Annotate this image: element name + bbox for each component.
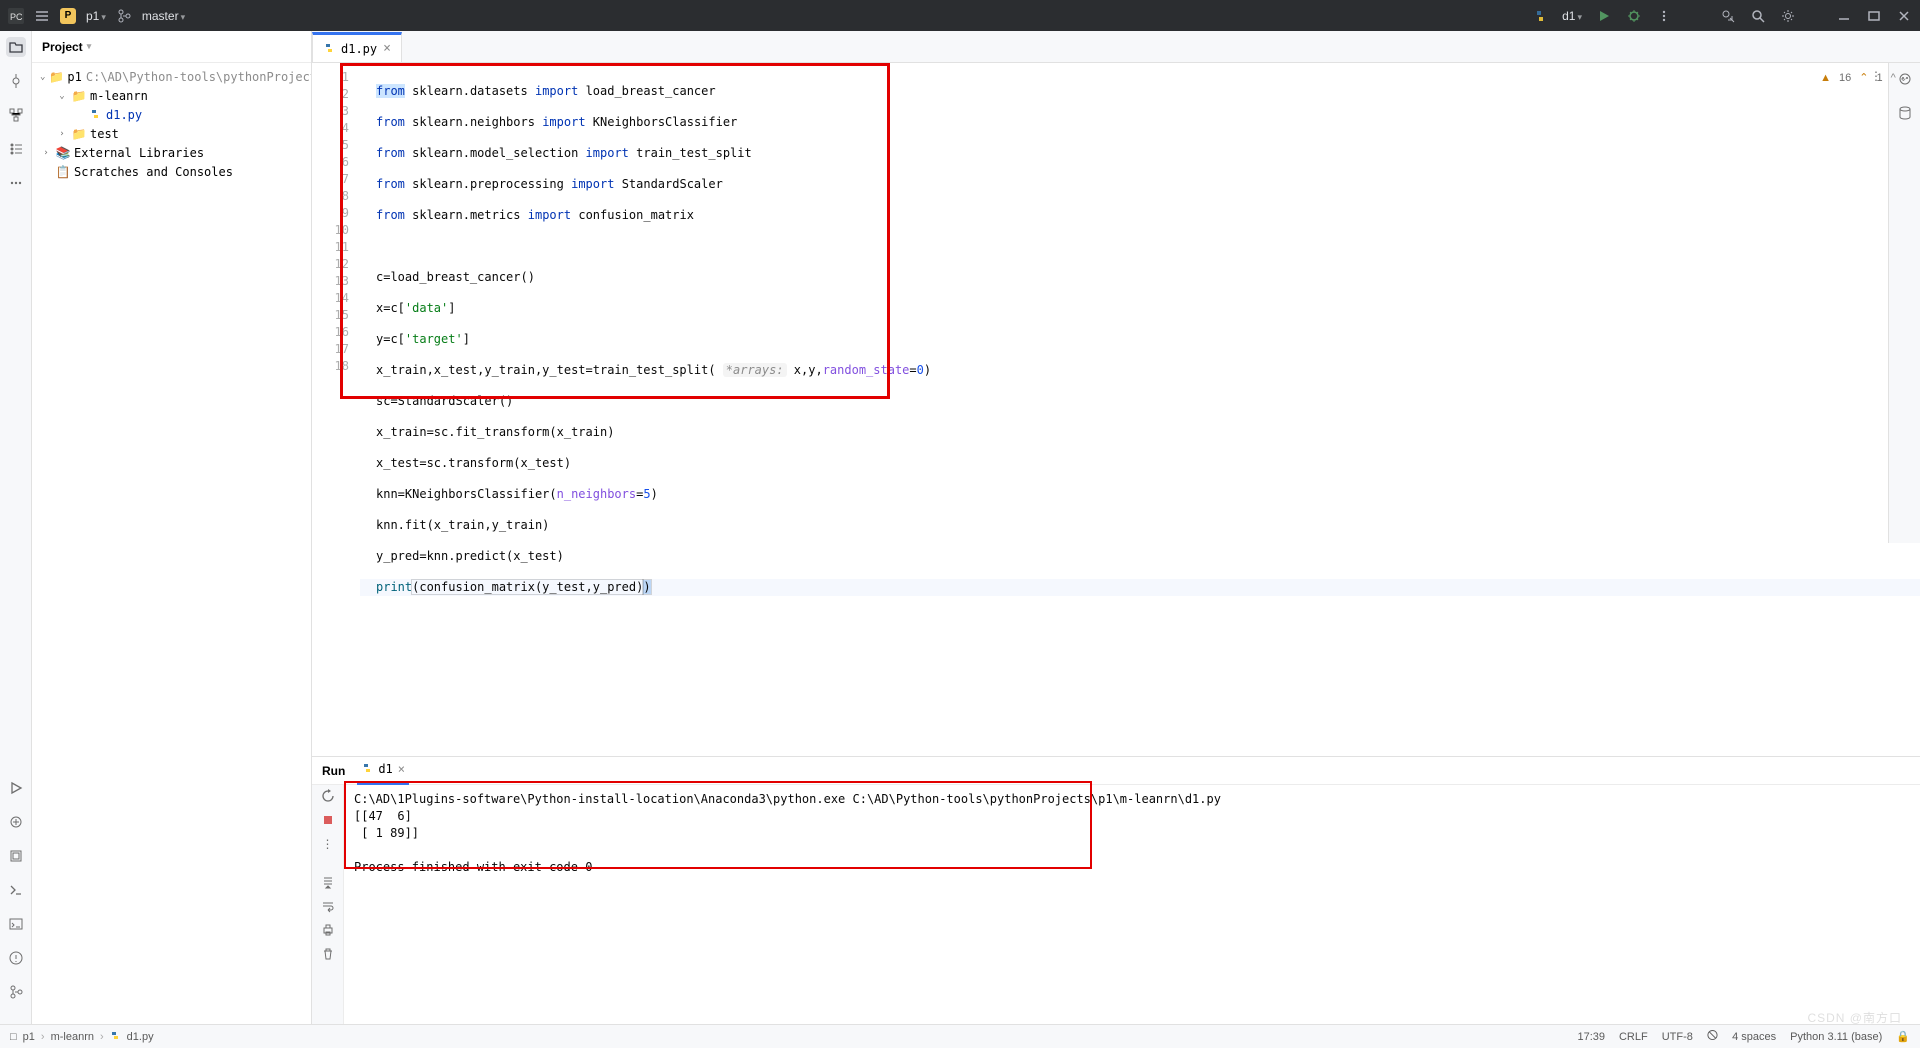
main-menu-icon[interactable] (34, 8, 50, 24)
tree-row[interactable]: 📋Scratches and Consoles (32, 162, 311, 181)
warning-count: 16 (1839, 72, 1851, 84)
python-packages-icon[interactable] (6, 812, 26, 832)
project-tree[interactable]: ⌄📁p1C:\AD\Python-tools\pythonProjects\p … (32, 63, 311, 185)
settings-icon[interactable] (1780, 8, 1796, 24)
vcs-icon[interactable] (6, 982, 26, 1002)
tab-close-icon[interactable]: × (383, 41, 391, 56)
close-icon[interactable] (1896, 8, 1912, 24)
run-toolbar: ⋮ (312, 785, 344, 1024)
python-console-icon[interactable] (6, 880, 26, 900)
editor-area: d1.py × ⋮ ▲ 16 ⌃ 1 ^ ⌄ 1234567891011121314… (312, 31, 1920, 1024)
problems-icon[interactable] (6, 948, 26, 968)
left-tool-strip (0, 31, 32, 1024)
breadcrumb[interactable]: □p1 ›m-leanrn › d1.py (10, 1031, 154, 1043)
lock-icon[interactable]: 🔒 (1896, 1030, 1910, 1043)
run-header-label: Run (322, 764, 345, 778)
code-with-me-icon[interactable] (1720, 8, 1736, 24)
run-tab-close-icon[interactable]: × (398, 762, 405, 776)
tab-label: d1.py (341, 42, 377, 56)
minimize-icon[interactable] (1836, 8, 1852, 24)
tree-row[interactable]: ›📚External Libraries (32, 143, 311, 162)
editor-tab[interactable]: d1.py × (312, 32, 402, 62)
code-editor[interactable]: ▲ 16 ⌃ 1 ^ ⌄ 123456789101112131415161718 f… (312, 63, 1920, 756)
search-icon[interactable] (1750, 8, 1766, 24)
run-header: Run d1 × (312, 757, 1920, 785)
main-shell: Project ▾ ⌄📁p1C:\AD\Python-tools\pythonP… (0, 31, 1920, 1024)
project-panel-header: Project ▾ (32, 31, 311, 63)
tree-row[interactable]: ⌄📁m-leanrn (32, 86, 311, 105)
inspection-chevron-icon[interactable]: ^ ⌄ (1891, 71, 1908, 84)
python-icon (1532, 8, 1548, 24)
code-content[interactable]: from sklearn.datasets import load_breast… (360, 63, 1920, 756)
title-bar: PC P p1▾ master▾ d1▾ (0, 0, 1920, 31)
readonly-icon[interactable]: 🛇 (1707, 1027, 1718, 1046)
run-config-name[interactable]: d1▾ (1562, 9, 1582, 23)
project-tool-icon[interactable] (6, 37, 26, 57)
bookmarks-tool-icon[interactable] (6, 139, 26, 159)
more-icon[interactable] (1656, 8, 1672, 24)
services-icon[interactable] (6, 846, 26, 866)
stop-icon[interactable] (321, 813, 335, 827)
tree-row[interactable]: d1.py (32, 105, 311, 124)
weak-warning-count: 1 (1876, 72, 1882, 84)
project-name[interactable]: p1▾ (86, 9, 106, 23)
status-encoding[interactable]: UTF-8 (1662, 1031, 1693, 1043)
status-interpreter[interactable]: Python 3.11 (base) (1790, 1031, 1882, 1043)
commit-tool-icon[interactable] (6, 71, 26, 91)
debug-icon[interactable] (1626, 8, 1642, 24)
status-caret-pos[interactable]: 17:39 (1577, 1031, 1605, 1043)
branch-icon (116, 8, 132, 24)
status-bar: □p1 ›m-leanrn › d1.py 17:39 CRLF UTF-8 🛇… (0, 1024, 1920, 1048)
weak-warning-icon: ⌃ (1859, 71, 1868, 84)
structure-tool-icon[interactable] (6, 105, 26, 125)
line-gutter: 123456789101112131415161718 (312, 63, 360, 756)
editor-tabs: d1.py × ⋮ (312, 31, 1920, 63)
project-panel: Project ▾ ⌄📁p1C:\AD\Python-tools\pythonP… (32, 31, 312, 1024)
soft-wrap-icon[interactable] (321, 899, 335, 913)
project-badge: P (60, 8, 76, 24)
tree-row[interactable]: ›📁test (32, 124, 311, 143)
branch-name[interactable]: master▾ (142, 9, 185, 23)
run-output[interactable]: C:\AD\1Plugins-software\Python-install-l… (344, 785, 1920, 1024)
status-line-sep[interactable]: CRLF (1619, 1031, 1648, 1043)
inspection-widget[interactable]: ▲ 16 ⌃ 1 ^ ⌄ (1820, 71, 1908, 84)
tree-row[interactable]: ⌄📁p1C:\AD\Python-tools\pythonProjects\p (32, 67, 311, 86)
app-logo-icon: PC (8, 8, 24, 24)
project-panel-title: Project (42, 40, 83, 54)
run-tool-window: Run d1 × ⋮ (312, 756, 1920, 1024)
run-icon[interactable] (1596, 8, 1612, 24)
print-icon[interactable] (321, 923, 335, 937)
run-tab[interactable]: d1 × (357, 757, 409, 785)
more-tools-icon[interactable] (6, 173, 26, 193)
delete-icon[interactable] (321, 947, 335, 961)
right-tool-strip (1888, 63, 1920, 543)
run-tool-icon[interactable] (6, 778, 26, 798)
warning-icon: ▲ (1820, 72, 1831, 84)
rerun-icon[interactable] (321, 789, 335, 803)
maximize-icon[interactable] (1866, 8, 1882, 24)
database-icon[interactable] (1895, 103, 1915, 123)
svg-text:PC: PC (10, 12, 23, 22)
python-icon (323, 43, 335, 55)
watermark: CSDN @南方口 (1807, 1009, 1902, 1026)
terminal-icon[interactable] (6, 914, 26, 934)
scroll-to-end-icon[interactable] (321, 875, 335, 889)
status-indent[interactable]: 4 spaces (1732, 1031, 1776, 1043)
